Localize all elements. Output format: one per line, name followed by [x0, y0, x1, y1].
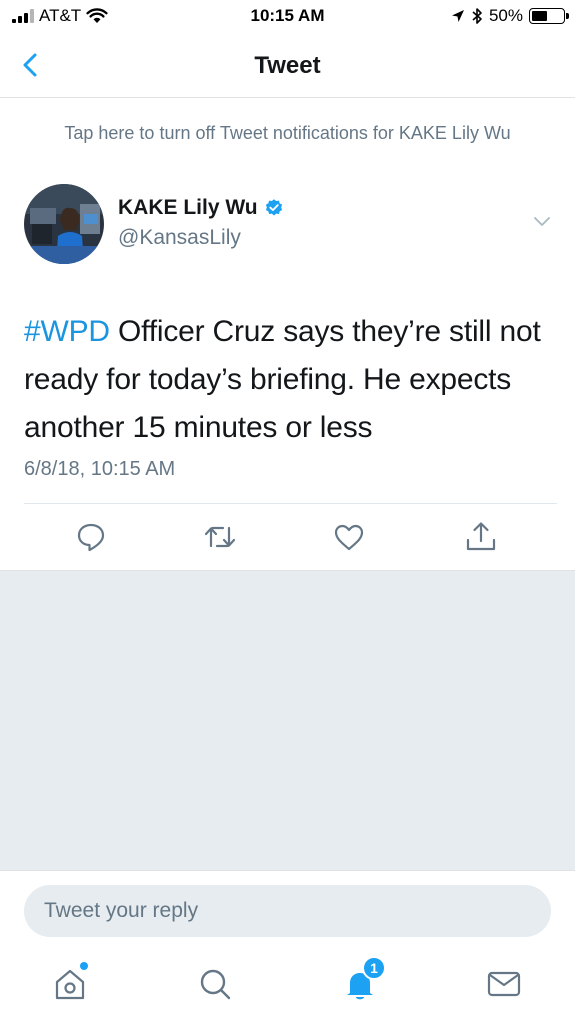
- status-bar: AT&T 10:15 AM 50%: [0, 0, 575, 34]
- hashtag-link[interactable]: #WPD: [24, 315, 110, 348]
- share-icon[interactable]: [464, 520, 498, 554]
- notifications-badge: 1: [362, 956, 386, 980]
- page-title: Tweet: [254, 52, 321, 79]
- tab-notifications[interactable]: 1: [340, 956, 386, 1004]
- location-arrow-icon: [451, 10, 464, 22]
- tab-messages[interactable]: [484, 964, 524, 1004]
- reply-input[interactable]: [24, 885, 551, 937]
- battery-percent: 50%: [488, 6, 523, 25]
- reply-bar: [0, 870, 575, 946]
- author-handle: @KansasLily: [118, 226, 241, 249]
- chevron-down-icon[interactable]: [531, 210, 553, 232]
- turn-off-notifications-banner[interactable]: Tap here to turn off Tweet notifications…: [0, 98, 575, 168]
- verified-badge-icon: [265, 199, 282, 216]
- tab-bar: 1: [0, 946, 575, 1024]
- tweet-timestamp: 6/8/18, 10:15 AM: [24, 458, 176, 480]
- battery-level: [532, 11, 547, 21]
- like-icon[interactable]: [332, 520, 366, 554]
- tweet-actions: [0, 520, 575, 560]
- messages-icon: [487, 971, 521, 997]
- avatar[interactable]: [24, 184, 104, 264]
- tweet-header: KAKE Lily Wu @KansasLily: [24, 184, 559, 266]
- tab-search[interactable]: [195, 964, 235, 1004]
- divider: [24, 503, 557, 504]
- replies-area: [0, 570, 575, 870]
- nav-bar: Tweet: [0, 34, 575, 98]
- tweet-text: #WPD Officer Cruz says they’re still not…: [24, 308, 554, 452]
- search-icon: [200, 969, 231, 1000]
- author-block[interactable]: KAKE Lily Wu @KansasLily: [118, 196, 284, 250]
- status-right: 50%: [451, 6, 569, 26]
- reply-icon[interactable]: [74, 520, 108, 554]
- battery-icon: [529, 8, 569, 24]
- tab-home[interactable]: [50, 962, 90, 1004]
- retweet-icon[interactable]: [203, 520, 237, 554]
- home-new-indicator: [80, 962, 88, 970]
- author-name: KAKE Lily Wu: [118, 196, 258, 219]
- home-icon: [55, 969, 85, 1000]
- bluetooth-icon: [472, 8, 482, 24]
